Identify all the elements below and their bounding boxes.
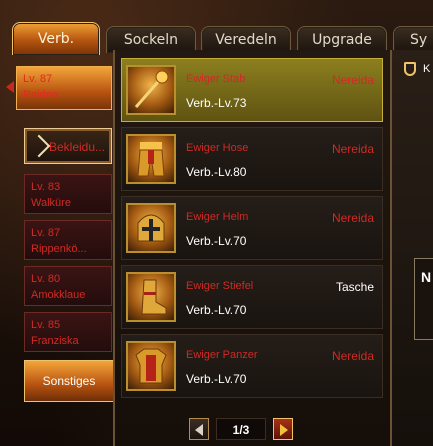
character-name: Franziska — [31, 335, 79, 347]
page-indicator: 1/3 — [216, 418, 266, 440]
character-list: Lv. 87 Raiden Bekleidu... Lv. 83 Walküre… — [0, 58, 114, 446]
item-row[interactable]: Ewiger Panzer Nereida Verb.-Lv.70 — [121, 334, 383, 398]
pants-icon — [126, 134, 176, 184]
item-level: Verb.-Lv.80 — [186, 165, 247, 179]
character-name: Walküre — [31, 197, 71, 209]
tab-sockeln[interactable]: Sockeln — [106, 26, 196, 53]
prev-page-button[interactable] — [189, 418, 209, 440]
character-item-raiden[interactable]: Lv. 87 Raiden — [6, 66, 112, 110]
character-name: Rippenkö... — [31, 243, 87, 255]
item-dropdown: Ewiger Stab Nereida Verb.-Lv.73 Ewiger H… — [113, 50, 392, 446]
item-row[interactable]: Ewiger Hose Nereida Verb.-Lv.80 — [121, 127, 383, 191]
character-name: Raiden — [23, 89, 58, 101]
right-info-box: N — [414, 258, 433, 340]
character-level: Lv. 85 — [31, 319, 61, 331]
item-level: Verb.-Lv.70 — [186, 372, 247, 386]
character-item-amokklaue[interactable]: Lv. 80 Amokklaue — [24, 266, 112, 306]
character-level: Lv. 87 — [23, 73, 53, 85]
tab-verb[interactable]: Verb. — [12, 22, 100, 55]
item-name: Ewiger Stiefel — [186, 280, 254, 292]
misc-button[interactable]: Sonstiges — [24, 360, 114, 402]
arrow-left-icon — [195, 424, 203, 436]
pagination: 1/3 — [189, 418, 309, 442]
item-name: Ewiger Hose — [186, 142, 249, 154]
item-row[interactable]: Ewiger Stab Nereida Verb.-Lv.73 — [121, 58, 383, 122]
item-row[interactable]: Ewiger Stiefel Tasche Verb.-Lv.70 — [121, 265, 383, 329]
character-level: Lv. 87 — [31, 227, 61, 239]
item-owner: Nereida — [331, 211, 374, 225]
character-level: Lv. 83 — [31, 181, 61, 193]
character-level: Lv. 80 — [31, 273, 61, 285]
character-name: Amokklaue — [31, 289, 86, 301]
arrow-right-icon — [280, 424, 288, 436]
tab-upgrade[interactable]: Upgrade — [297, 26, 387, 53]
right-panel: K N — [392, 50, 433, 446]
character-item-franziska[interactable]: Lv. 85 Franziska — [24, 312, 112, 352]
selected-arrow-icon — [6, 81, 14, 93]
item-owner: Nereida — [331, 73, 374, 87]
tab-veredeln[interactable]: Veredeln — [201, 26, 291, 53]
item-row[interactable]: Ewiger Helm Nereida Verb.-Lv.70 — [121, 196, 383, 260]
equipment-category-label: Bekleidu... — [49, 140, 106, 154]
chevron-right-icon — [27, 134, 51, 158]
helmet-icon — [126, 203, 176, 253]
character-item-rippenko[interactable]: Lv. 87 Rippenkö... — [24, 220, 112, 260]
shield-icon — [404, 62, 416, 76]
item-owner: Nereida — [331, 142, 374, 156]
item-level: Verb.-Lv.73 — [186, 96, 247, 110]
item-owner: Nereida — [331, 349, 374, 363]
character-item-walkure[interactable]: Lv. 83 Walküre — [24, 174, 112, 214]
staff-icon — [126, 65, 176, 115]
right-header-text: K — [423, 63, 431, 75]
item-name: Ewiger Panzer — [186, 349, 258, 361]
boots-icon — [126, 272, 176, 322]
item-name: Ewiger Helm — [186, 211, 249, 223]
item-name: Ewiger Stab — [186, 73, 246, 85]
item-level: Verb.-Lv.70 — [186, 303, 247, 317]
right-box-text: N — [421, 269, 432, 285]
item-owner: Tasche — [335, 280, 374, 294]
equipment-category-button[interactable]: Bekleidu... — [24, 128, 112, 164]
tab-sy[interactable]: Sy — [393, 26, 433, 52]
item-level: Verb.-Lv.70 — [186, 234, 247, 248]
armor-icon — [126, 341, 176, 391]
next-page-button[interactable] — [273, 418, 293, 440]
